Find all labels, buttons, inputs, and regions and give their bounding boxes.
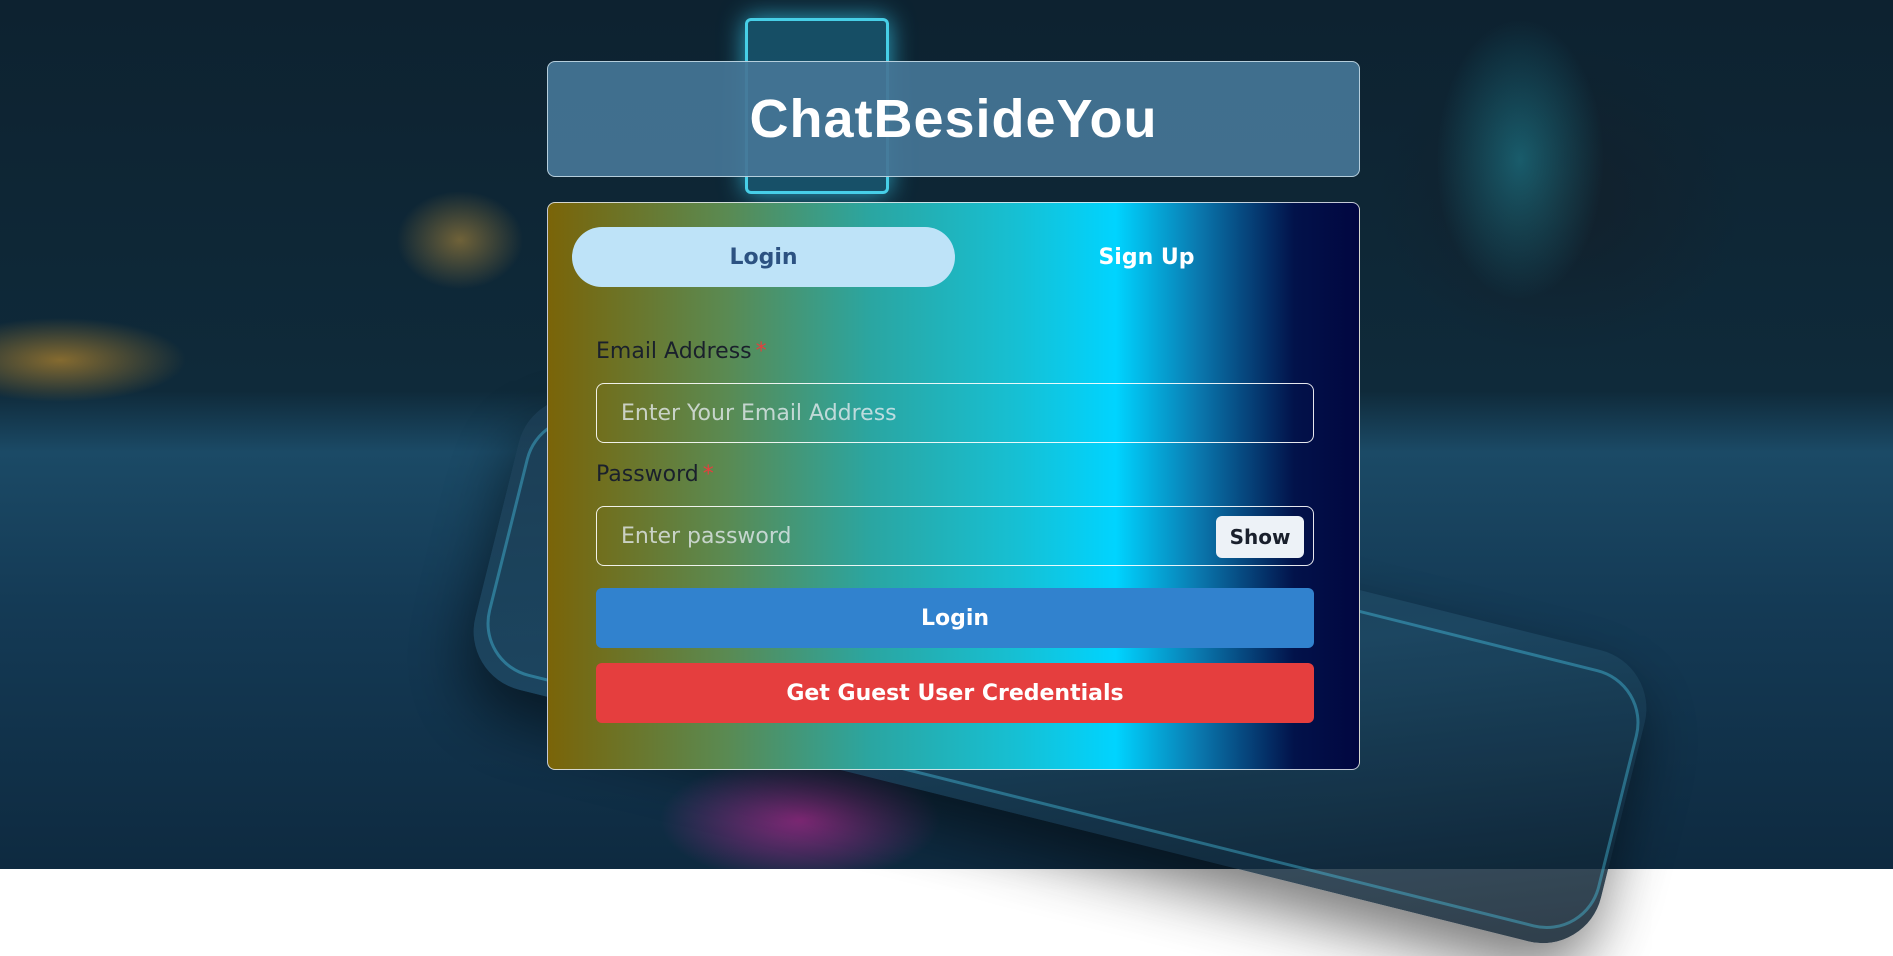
email-field-wrapper: [596, 383, 1314, 443]
password-field[interactable]: [597, 507, 1313, 565]
auth-form-card: Login Sign Up Email Address* Password* S…: [547, 202, 1360, 770]
app-title: ChatBesideYou: [749, 89, 1158, 149]
header-card: ChatBesideYou: [547, 61, 1360, 177]
tab-login[interactable]: Login: [572, 227, 955, 287]
guest-credentials-button[interactable]: Get Guest User Credentials: [596, 663, 1314, 723]
email-field[interactable]: [597, 384, 1313, 442]
show-password-button[interactable]: Show: [1216, 516, 1304, 558]
password-label: Password *: [596, 462, 714, 487]
auth-tabs: Login Sign Up: [572, 227, 1338, 287]
email-label: Email Address *: [596, 339, 767, 364]
password-field-wrapper: Show: [596, 506, 1314, 566]
login-button[interactable]: Login: [596, 588, 1314, 648]
password-required-mark: *: [702, 462, 714, 487]
email-required-mark: *: [755, 339, 767, 364]
tab-sign-up[interactable]: Sign Up: [955, 227, 1338, 287]
email-label-text: Email Address: [596, 339, 752, 364]
password-label-text: Password: [596, 462, 699, 487]
